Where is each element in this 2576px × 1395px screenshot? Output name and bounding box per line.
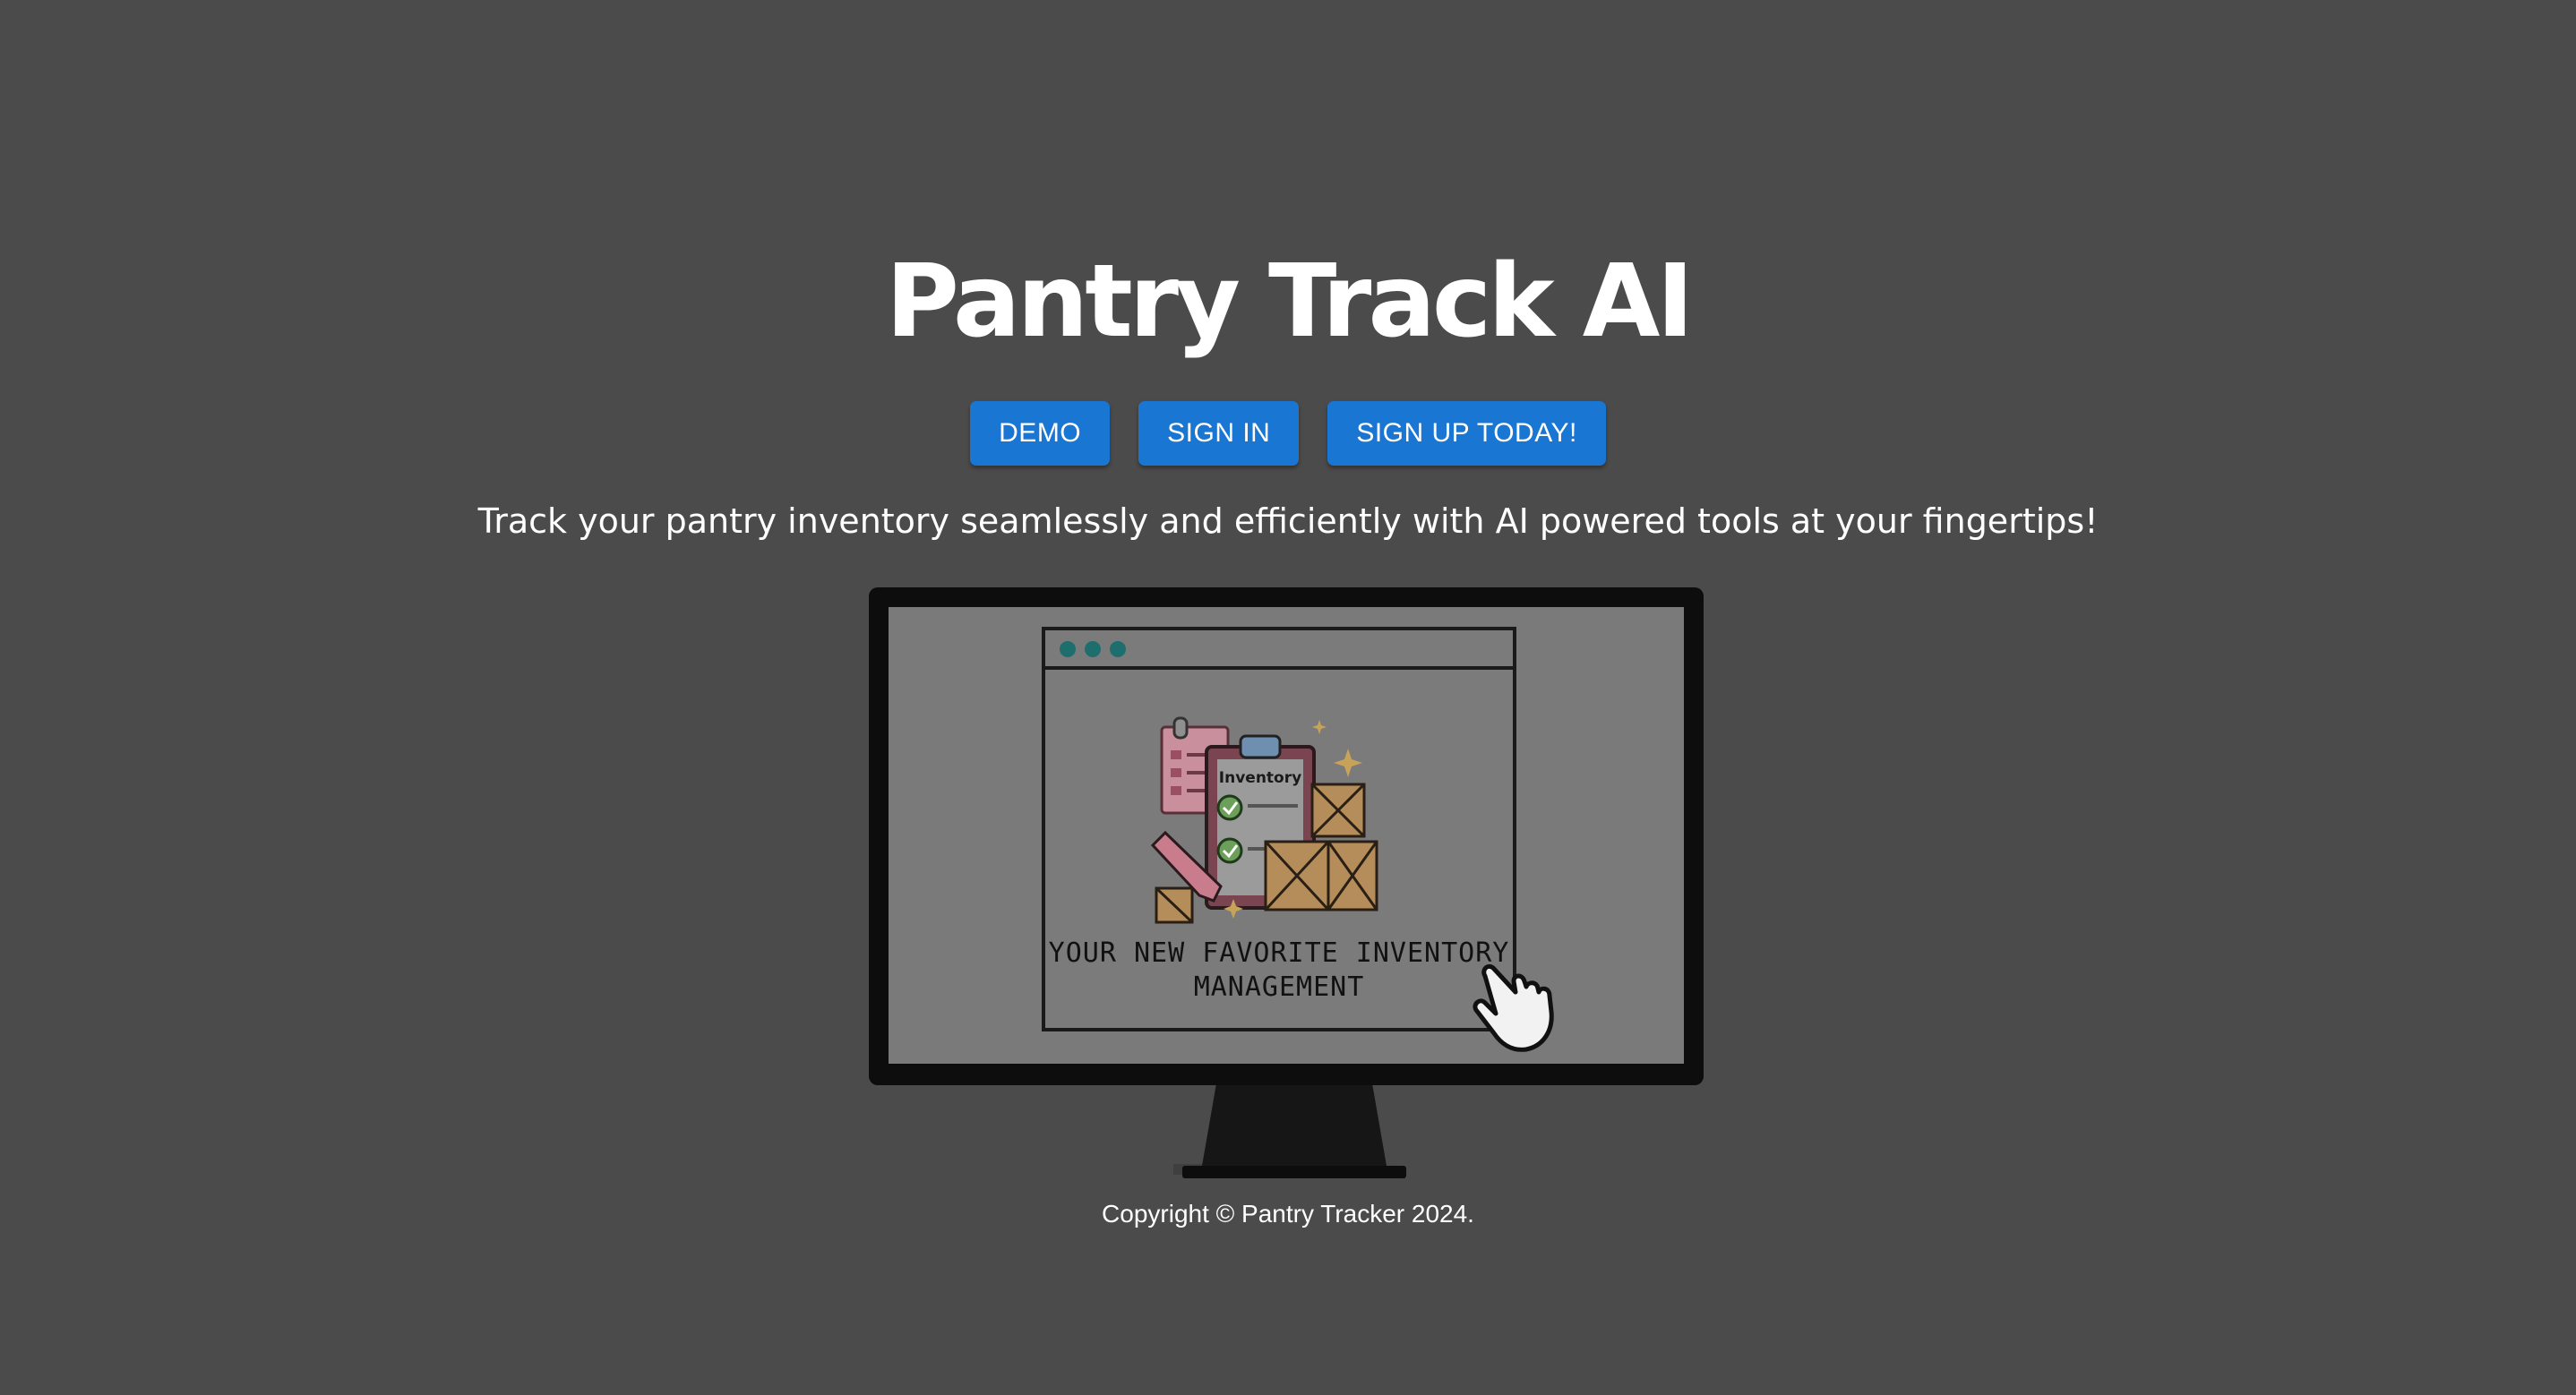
inventory-illustration: Inventory <box>1150 716 1378 924</box>
screen-caption-line: YOUR NEW FAVORITE INVENTORY <box>1048 937 1510 969</box>
monitor-stand <box>1173 1083 1406 1178</box>
screen-caption: YOUR NEW FAVORITE INVENTORY MANAGEMENT <box>1045 937 1513 1005</box>
tagline: Track your pantry inventory seamlessly a… <box>477 501 2099 541</box>
hero-monitor: Inventory YOUR NEW FAVORITE INVENTORY MA… <box>869 587 1704 1085</box>
page-title: Pantry Track AI <box>885 244 1694 360</box>
browser-bar <box>1045 630 1513 670</box>
sign-in-button[interactable]: SIGN IN <box>1138 401 1300 466</box>
browser-window-illustration: Inventory YOUR NEW FAVORITE INVENTORY MA… <box>1042 627 1516 1031</box>
action-buttons: DEMO SIGN IN SIGN UP TODAY! <box>0 401 2576 466</box>
pointer-hand-icon <box>1473 963 1554 1052</box>
sign-up-button[interactable]: SIGN UP TODAY! <box>1327 401 1606 466</box>
copyright-text: Copyright © Pantry Tracker 2024. <box>1102 1200 1474 1228</box>
demo-button[interactable]: DEMO <box>970 401 1111 466</box>
window-dot-icon <box>1060 641 1076 657</box>
landing-page: Pantry Track AI DEMO SIGN IN SIGN UP TOD… <box>0 0 2576 1395</box>
window-dot-icon <box>1085 641 1101 657</box>
screen-caption-line: MANAGEMENT <box>1193 971 1365 1003</box>
clipboard-label: Inventory <box>1219 769 1301 787</box>
window-dot-icon <box>1110 641 1126 657</box>
